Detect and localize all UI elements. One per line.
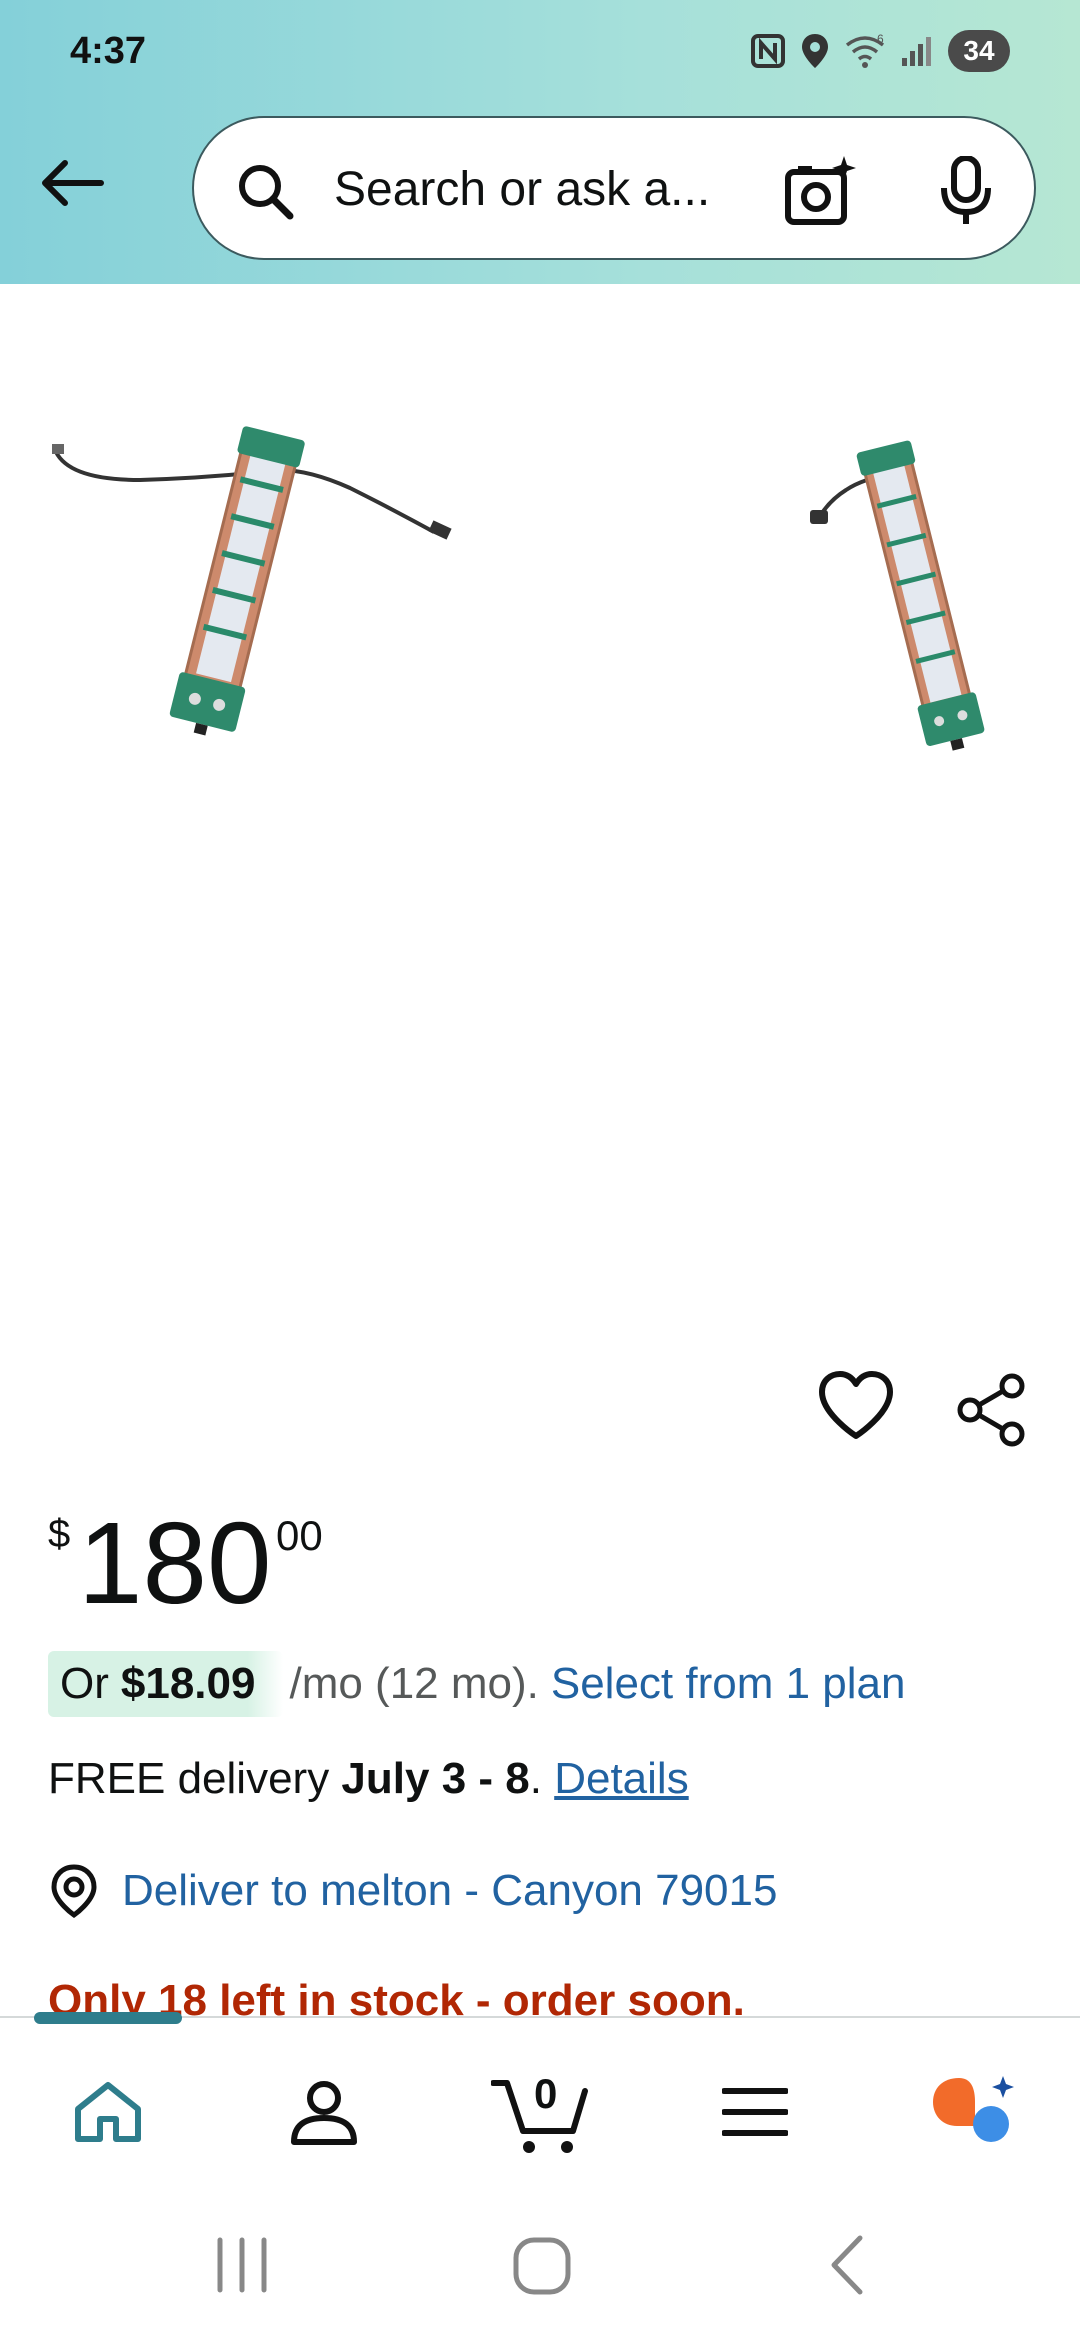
- active-tab-indicator: [34, 2012, 182, 2024]
- chevron-left-icon: [831, 2235, 863, 2295]
- product-image-main[interactable]: [50, 420, 530, 750]
- app-header: 4:37 6 34 Search or ask a...: [0, 0, 1080, 284]
- location-icon: [800, 32, 830, 70]
- nav-home[interactable]: [48, 2062, 168, 2162]
- deliver-to-address[interactable]: Deliver to melton - Canyon 79015: [122, 1866, 777, 1916]
- search-icon: [234, 160, 298, 229]
- delivery-period: .: [529, 1754, 542, 1803]
- camera-search-icon[interactable]: [782, 154, 858, 235]
- nav-account[interactable]: [264, 2062, 384, 2162]
- recent-apps-icon: [217, 2237, 267, 2293]
- delivery-prefix: FREE delivery: [48, 1754, 330, 1803]
- product-image-secondary[interactable]: [800, 430, 1040, 760]
- home-system-button[interactable]: [510, 2230, 576, 2305]
- recent-apps-button[interactable]: [212, 2230, 272, 2305]
- delivery-details-link[interactable]: Details: [554, 1754, 689, 1803]
- price-whole: 180: [78, 1498, 272, 1628]
- account-icon: [291, 2081, 357, 2145]
- arrow-left-icon: [42, 160, 104, 206]
- monthly-amount: $18.09: [120, 1659, 256, 1708]
- battery-icon: 34: [948, 30, 1010, 72]
- svg-text:6: 6: [877, 33, 884, 46]
- nav-menu[interactable]: [695, 2062, 815, 2162]
- monthly-payment-badge: Or $18.09: [48, 1651, 284, 1717]
- monthly-payment-row: Or $18.09 /mo (12 mo). Select from 1 pla…: [48, 1651, 906, 1717]
- nav-rufus[interactable]: [914, 2062, 1034, 2162]
- rufus-assistant-icon: [933, 2076, 1014, 2142]
- nfc-icon: [750, 33, 786, 69]
- back-button[interactable]: [32, 148, 112, 218]
- status-time: 4:37: [70, 30, 147, 72]
- signal-icon: [900, 34, 934, 68]
- menu-icon: [722, 2088, 788, 2136]
- price-currency-symbol: $: [48, 1512, 71, 1556]
- cart-count: 0: [534, 2070, 558, 2117]
- nav-cart[interactable]: 0: [476, 2062, 606, 2162]
- monthly-suffix: /mo (12 mo).: [289, 1659, 539, 1708]
- share-icon[interactable]: [954, 1372, 1030, 1453]
- monthly-prefix: Or: [60, 1659, 109, 1708]
- home-circle-icon: [513, 2237, 571, 2295]
- back-system-button[interactable]: [822, 2230, 872, 2305]
- select-plan-link[interactable]: Select from 1 plan: [551, 1659, 906, 1709]
- status-icons: 6 34: [750, 28, 1010, 74]
- home-icon: [75, 2082, 141, 2142]
- wifi-icon: 6: [844, 33, 886, 69]
- price-fraction: 00: [276, 1512, 323, 1559]
- system-navigation-bar: [0, 2200, 1080, 2340]
- delivery-info: FREE delivery July 3 - 8. Details: [48, 1754, 689, 1804]
- delivery-dates: July 3 - 8: [341, 1754, 530, 1803]
- search-input[interactable]: Search or ask a...: [334, 162, 710, 217]
- wishlist-heart-icon[interactable]: [816, 1370, 896, 1447]
- location-pin-icon: [51, 1864, 97, 1919]
- deliver-to-row[interactable]: Deliver to melton - Canyon 79015: [48, 1858, 777, 1924]
- search-bar[interactable]: Search or ask a...: [192, 116, 1036, 260]
- bottom-nav: 0: [0, 2012, 1080, 2202]
- microphone-icon[interactable]: [936, 155, 996, 231]
